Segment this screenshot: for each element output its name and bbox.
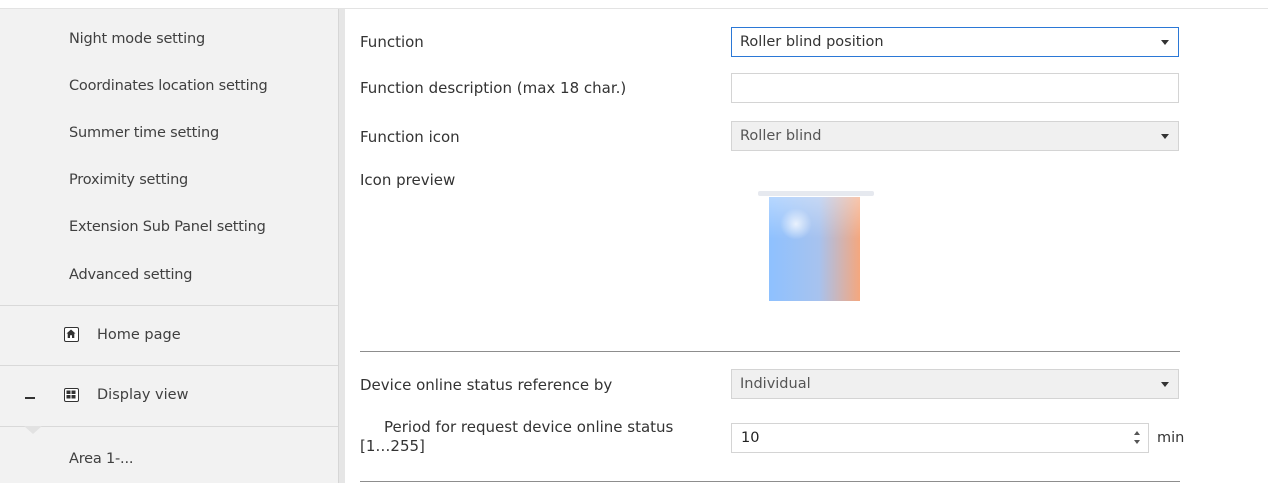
function-description-input[interactable] xyxy=(731,73,1179,103)
sidebar-divider xyxy=(0,305,338,306)
grid-icon xyxy=(64,388,79,402)
selection-notch xyxy=(24,426,42,434)
spin-down-icon[interactable] xyxy=(1134,440,1140,444)
function-description-label: Function description (max 18 char.) xyxy=(360,79,627,97)
sidebar-item-label: Home page xyxy=(97,327,181,343)
period-label-line2: [1…255] xyxy=(360,437,425,455)
period-label: Period for request device online status … xyxy=(360,418,673,456)
home-icon xyxy=(64,327,79,342)
function-icon-select-value: Roller blind xyxy=(740,128,822,144)
function-select[interactable]: Roller blind position xyxy=(731,27,1179,57)
sidebar-divider xyxy=(0,365,338,366)
chevron-down-icon xyxy=(1161,134,1169,139)
sidebar-item-extension-sub-panel[interactable]: Extension Sub Panel setting xyxy=(69,219,266,235)
chevron-down-icon xyxy=(1161,382,1169,387)
sidebar-item-home-page[interactable]: Home page xyxy=(0,308,338,366)
period-spinbox-value: 10 xyxy=(741,430,760,446)
roller-blind-icon xyxy=(769,197,860,301)
chevron-down-icon xyxy=(1161,40,1169,45)
sidebar-splitter[interactable] xyxy=(338,9,345,483)
online-status-select[interactable]: Individual xyxy=(731,369,1179,399)
roller-blind-icon-rail xyxy=(758,191,874,196)
top-border xyxy=(0,0,1268,9)
period-unit: min xyxy=(1157,430,1185,446)
function-icon-label: Function icon xyxy=(360,128,460,146)
sidebar-item-display-view[interactable]: Display view xyxy=(0,368,338,426)
online-status-label: Device online status reference by xyxy=(360,376,613,394)
online-status-select-value: Individual xyxy=(740,376,811,392)
period-label-line1: Period for request device online status xyxy=(384,418,674,436)
sidebar-item-area-1[interactable]: Area 1-... xyxy=(69,451,133,467)
sidebar-divider xyxy=(0,426,338,427)
period-spinbox[interactable]: 10 xyxy=(731,423,1149,453)
function-icon-select[interactable]: Roller blind xyxy=(731,121,1179,151)
sidebar-item-summer-time[interactable]: Summer time setting xyxy=(69,125,219,141)
icon-preview-label: Icon preview xyxy=(360,171,456,189)
sidebar-item-label: Display view xyxy=(97,387,189,403)
collapse-icon[interactable] xyxy=(25,397,35,399)
sidebar-item-night-mode[interactable]: Night mode setting xyxy=(69,31,205,47)
sidebar-item-advanced[interactable]: Advanced setting xyxy=(69,267,193,283)
function-label: Function xyxy=(360,33,424,51)
sidebar-item-proximity[interactable]: Proximity setting xyxy=(69,172,188,188)
roller-blind-icon-highlight xyxy=(780,208,812,240)
function-select-value: Roller blind position xyxy=(740,34,884,50)
section-divider xyxy=(360,351,1180,352)
section-divider xyxy=(360,481,1180,482)
sidebar-item-coordinates[interactable]: Coordinates location setting xyxy=(69,78,268,94)
spin-up-icon[interactable] xyxy=(1134,431,1140,435)
